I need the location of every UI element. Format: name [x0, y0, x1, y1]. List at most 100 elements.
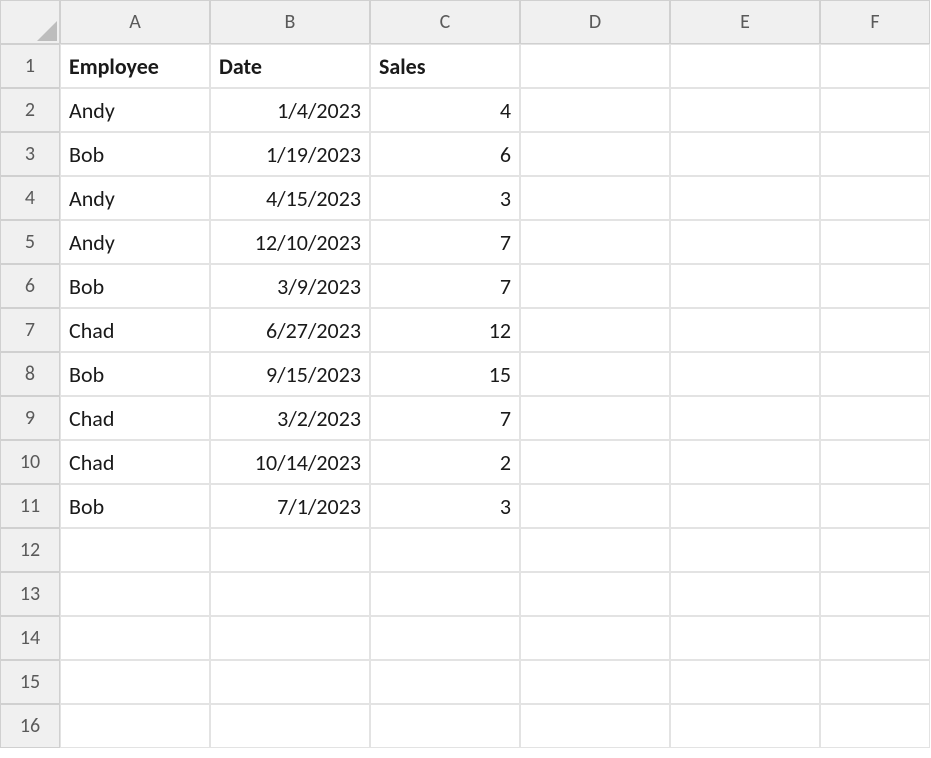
row-header-3[interactable]: 3: [0, 132, 60, 176]
col-header-B[interactable]: B: [210, 0, 370, 44]
cell-C14[interactable]: [370, 616, 520, 660]
cell-C10[interactable]: 2: [370, 440, 520, 484]
cell-D1[interactable]: [520, 44, 670, 88]
cell-F11[interactable]: [820, 484, 930, 528]
row-header-12[interactable]: 12: [0, 528, 60, 572]
cell-A5[interactable]: Andy: [60, 220, 210, 264]
cell-B12[interactable]: [210, 528, 370, 572]
cell-F4[interactable]: [820, 176, 930, 220]
cell-F15[interactable]: [820, 660, 930, 704]
cell-E9[interactable]: [670, 396, 820, 440]
cell-B10[interactable]: 10/14/2023: [210, 440, 370, 484]
cell-F3[interactable]: [820, 132, 930, 176]
cell-A14[interactable]: [60, 616, 210, 660]
cell-F1[interactable]: [820, 44, 930, 88]
cell-F5[interactable]: [820, 220, 930, 264]
cell-A7[interactable]: Chad: [60, 308, 210, 352]
cell-B6[interactable]: 3/9/2023: [210, 264, 370, 308]
cell-F9[interactable]: [820, 396, 930, 440]
cell-E16[interactable]: [670, 704, 820, 748]
cell-A15[interactable]: [60, 660, 210, 704]
cell-D14[interactable]: [520, 616, 670, 660]
cell-B9[interactable]: 3/2/2023: [210, 396, 370, 440]
cell-D5[interactable]: [520, 220, 670, 264]
select-all-corner[interactable]: [0, 0, 60, 44]
cell-A6[interactable]: Bob: [60, 264, 210, 308]
cell-B8[interactable]: 9/15/2023: [210, 352, 370, 396]
cell-D16[interactable]: [520, 704, 670, 748]
cell-B3[interactable]: 1/19/2023: [210, 132, 370, 176]
cell-D12[interactable]: [520, 528, 670, 572]
cell-F2[interactable]: [820, 88, 930, 132]
cell-D9[interactable]: [520, 396, 670, 440]
cell-E11[interactable]: [670, 484, 820, 528]
cell-C11[interactable]: 3: [370, 484, 520, 528]
cell-A16[interactable]: [60, 704, 210, 748]
cell-F14[interactable]: [820, 616, 930, 660]
cell-C1[interactable]: Sales: [370, 44, 520, 88]
row-header-4[interactable]: 4: [0, 176, 60, 220]
cell-E3[interactable]: [670, 132, 820, 176]
cell-D13[interactable]: [520, 572, 670, 616]
cell-B4[interactable]: 4/15/2023: [210, 176, 370, 220]
cell-B1[interactable]: Date: [210, 44, 370, 88]
col-header-E[interactable]: E: [670, 0, 820, 44]
cell-D2[interactable]: [520, 88, 670, 132]
cell-C6[interactable]: 7: [370, 264, 520, 308]
cell-D8[interactable]: [520, 352, 670, 396]
cell-E13[interactable]: [670, 572, 820, 616]
row-header-1[interactable]: 1: [0, 44, 60, 88]
cell-E4[interactable]: [670, 176, 820, 220]
cell-A10[interactable]: Chad: [60, 440, 210, 484]
spreadsheet-grid[interactable]: A B C D E F 1 Employee Date Sales 2 Andy…: [0, 0, 931, 758]
cell-F8[interactable]: [820, 352, 930, 396]
cell-F10[interactable]: [820, 440, 930, 484]
row-header-14[interactable]: 14: [0, 616, 60, 660]
cell-F13[interactable]: [820, 572, 930, 616]
row-header-16[interactable]: 16: [0, 704, 60, 748]
cell-B5[interactable]: 12/10/2023: [210, 220, 370, 264]
cell-A1[interactable]: Employee: [60, 44, 210, 88]
cell-E15[interactable]: [670, 660, 820, 704]
cell-C13[interactable]: [370, 572, 520, 616]
cell-B16[interactable]: [210, 704, 370, 748]
cell-F6[interactable]: [820, 264, 930, 308]
row-header-7[interactable]: 7: [0, 308, 60, 352]
cell-F12[interactable]: [820, 528, 930, 572]
cell-E6[interactable]: [670, 264, 820, 308]
cell-E5[interactable]: [670, 220, 820, 264]
cell-A13[interactable]: [60, 572, 210, 616]
col-header-F[interactable]: F: [820, 0, 930, 44]
cell-B14[interactable]: [210, 616, 370, 660]
cell-D10[interactable]: [520, 440, 670, 484]
cell-D7[interactable]: [520, 308, 670, 352]
cell-B13[interactable]: [210, 572, 370, 616]
cell-A8[interactable]: Bob: [60, 352, 210, 396]
row-header-2[interactable]: 2: [0, 88, 60, 132]
cell-A9[interactable]: Chad: [60, 396, 210, 440]
cell-F16[interactable]: [820, 704, 930, 748]
cell-A2[interactable]: Andy: [60, 88, 210, 132]
cell-C2[interactable]: 4: [370, 88, 520, 132]
col-header-C[interactable]: C: [370, 0, 520, 44]
cell-E12[interactable]: [670, 528, 820, 572]
col-header-D[interactable]: D: [520, 0, 670, 44]
cell-C7[interactable]: 12: [370, 308, 520, 352]
row-header-5[interactable]: 5: [0, 220, 60, 264]
cell-C15[interactable]: [370, 660, 520, 704]
cell-A11[interactable]: Bob: [60, 484, 210, 528]
cell-E2[interactable]: [670, 88, 820, 132]
cell-D6[interactable]: [520, 264, 670, 308]
cell-E8[interactable]: [670, 352, 820, 396]
row-header-11[interactable]: 11: [0, 484, 60, 528]
row-header-8[interactable]: 8: [0, 352, 60, 396]
cell-A12[interactable]: [60, 528, 210, 572]
cell-E10[interactable]: [670, 440, 820, 484]
cell-E7[interactable]: [670, 308, 820, 352]
cell-E14[interactable]: [670, 616, 820, 660]
col-header-A[interactable]: A: [60, 0, 210, 44]
row-header-6[interactable]: 6: [0, 264, 60, 308]
cell-C4[interactable]: 3: [370, 176, 520, 220]
cell-C5[interactable]: 7: [370, 220, 520, 264]
cell-B11[interactable]: 7/1/2023: [210, 484, 370, 528]
